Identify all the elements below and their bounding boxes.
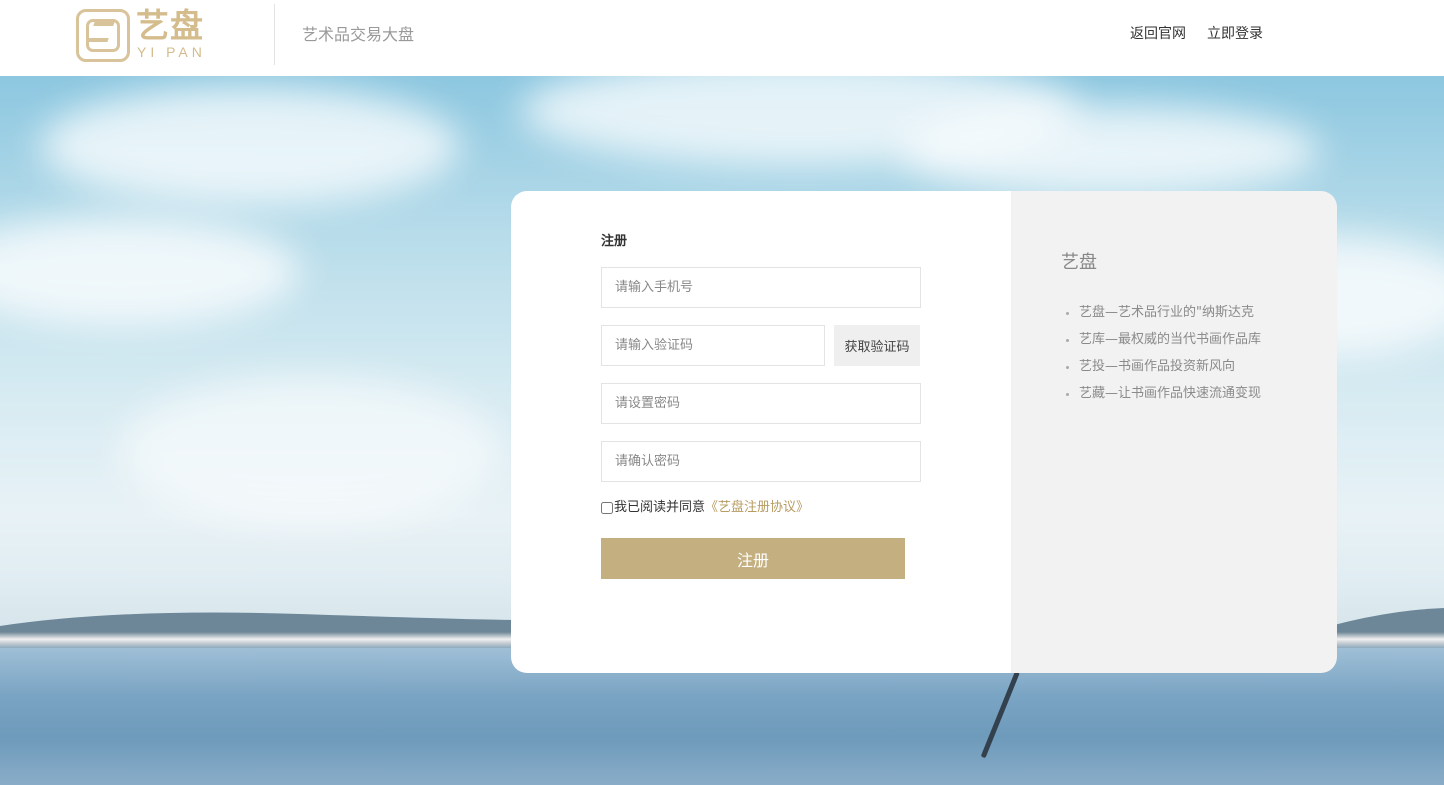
verification-code-input[interactable] [601, 325, 825, 366]
logo-mark-icon [76, 9, 130, 62]
header-nav: 返回官网 立即登录 [1130, 25, 1263, 43]
password-input[interactable] [601, 383, 921, 424]
logo-text-cn: 艺盘 [136, 6, 204, 45]
list-item: 艺藏—让书画作品快速流通变现 [1079, 380, 1261, 407]
logo-text-en: YI PAN [137, 44, 206, 60]
get-code-button[interactable]: 获取验证码 [834, 325, 920, 366]
info-title: 艺盘 [1061, 252, 1097, 273]
agreement-link[interactable]: 《艺盘注册协议》 [705, 500, 809, 516]
list-item: 艺库—最权威的当代书画作品库 [1079, 326, 1261, 353]
header-divider [274, 4, 275, 65]
register-submit-button[interactable]: 注册 [601, 538, 905, 579]
top-header: 艺盘 YI PAN 艺术品交易大盘 返回官网 立即登录 [0, 0, 1444, 76]
agreement-text: 我已阅读并同意 [614, 500, 706, 515]
info-list: 艺盘—艺术品行业的"纳斯达克 艺库—最权威的当代书画作品库 艺投—书画作品投资新… [1079, 299, 1261, 407]
login-now-link[interactable]: 立即登录 [1207, 25, 1263, 43]
back-to-site-link[interactable]: 返回官网 [1130, 25, 1186, 43]
confirm-password-input[interactable] [601, 441, 921, 482]
list-item: 艺盘—艺术品行业的"纳斯达克 [1079, 299, 1261, 326]
agreement-checkbox[interactable] [601, 502, 613, 514]
header-subtitle: 艺术品交易大盘 [302, 25, 415, 44]
register-form: 注册 获取验证码 我已阅读并同意 《艺盘注册协议》 注册 [511, 191, 1011, 673]
register-card: 注册 获取验证码 我已阅读并同意 《艺盘注册协议》 注册 艺盘 艺盘—艺术品行业… [511, 191, 1337, 673]
register-title: 注册 [601, 234, 628, 249]
list-item: 艺投—书画作品投资新风向 [1079, 353, 1261, 380]
site-logo[interactable]: 艺盘 YI PAN [76, 6, 216, 64]
info-panel: 艺盘 艺盘—艺术品行业的"纳斯达克 艺库—最权威的当代书画作品库 艺投—书画作品… [1011, 191, 1337, 673]
agreement-row: 我已阅读并同意 《艺盘注册协议》 [601, 500, 809, 516]
phone-input[interactable] [601, 267, 921, 308]
